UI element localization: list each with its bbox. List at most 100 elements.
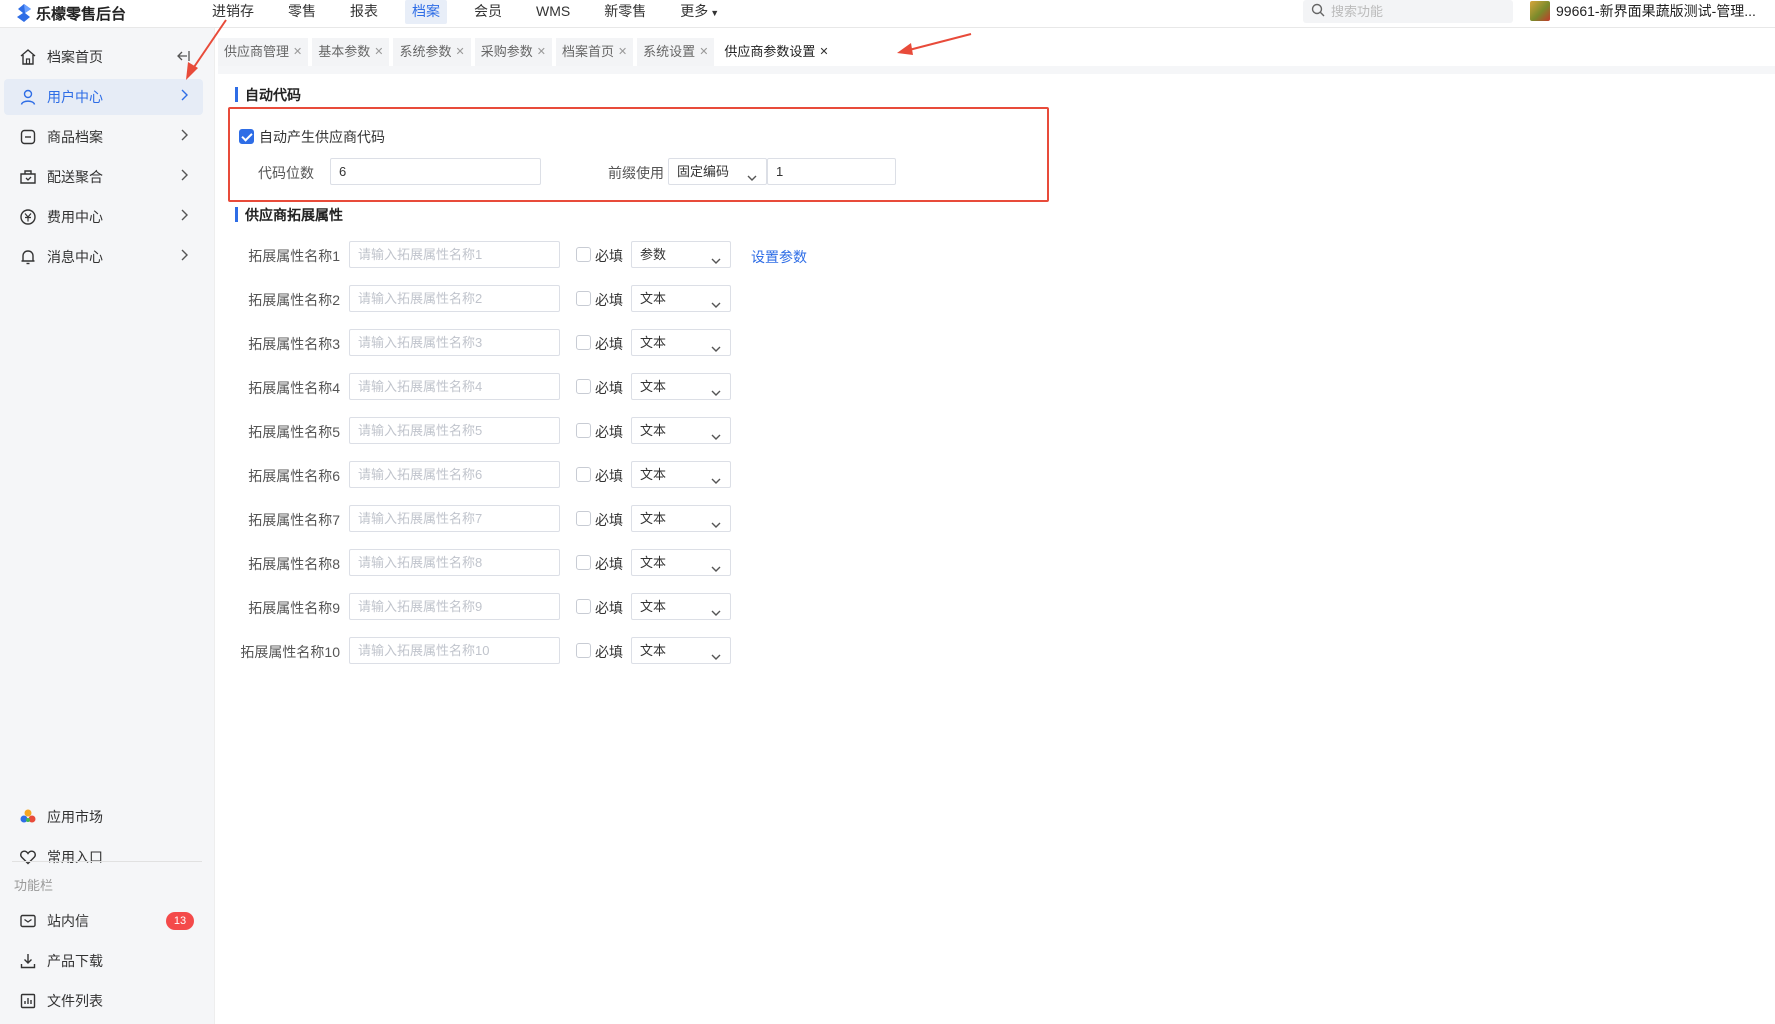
nav-item-report[interactable]: 报表 [343, 0, 385, 24]
close-icon[interactable]: ✕ [455, 38, 464, 66]
tab-archive-home[interactable]: 档案首页 ✕ [555, 38, 634, 66]
section-title-extended-attrs: 供应商拓展属性 [235, 205, 343, 225]
ext-attr-name-input[interactable] [349, 241, 560, 268]
fee-icon [18, 207, 38, 227]
sidebar-item-file-list[interactable]: 文件列表 [4, 983, 203, 1019]
ext-attr-type-select[interactable]: 文本 [631, 417, 731, 444]
sidebar-item-archive-home[interactable]: 档案首页 [4, 39, 203, 75]
sidebar-item-app-market[interactable]: 应用市场 [4, 799, 203, 835]
required-checkbox-label: 必填 [595, 556, 623, 572]
sidebar-item-user-center[interactable]: 用户中心 [4, 79, 203, 115]
ext-attr-type-select[interactable]: 文本 [631, 285, 731, 312]
sidebar-item-inbox[interactable]: 站内信 13 [4, 903, 203, 939]
mail-icon [18, 911, 38, 931]
ext-attr-name-input[interactable] [349, 593, 560, 620]
required-checkbox[interactable] [576, 643, 591, 658]
close-icon[interactable]: ✕ [618, 38, 627, 66]
required-checkbox[interactable] [576, 467, 591, 482]
ext-attr-type-value: 文本 [640, 555, 667, 570]
set-param-link[interactable]: 设置参数 [751, 247, 807, 267]
ext-attr-name-input[interactable] [349, 505, 560, 532]
ext-attr-type-value: 文本 [640, 291, 667, 306]
required-checkbox-label: 必填 [595, 424, 623, 440]
required-checkbox[interactable] [576, 247, 591, 262]
ext-attr-label: 拓展属性名称4 [248, 380, 340, 396]
sidebar-item-label: 文件列表 [47, 993, 103, 1009]
chevron-down-icon [710, 469, 722, 494]
chevron-down-icon [710, 337, 722, 362]
tab-purchase-params[interactable]: 采购参数 ✕ [474, 38, 552, 66]
ext-attr-type-select[interactable]: 文本 [631, 549, 731, 576]
chevron-down-icon [710, 249, 722, 274]
sidebar-item-message-center[interactable]: 消息中心 [4, 239, 203, 275]
tab-basic-params[interactable]: 基本参数 ✕ [312, 38, 390, 66]
ext-attr-name-input[interactable] [349, 285, 560, 312]
required-checkbox[interactable] [576, 335, 591, 350]
app-logo[interactable]: 乐檬零售后台 [16, 2, 126, 24]
tab-system-params[interactable]: 系统参数 ✕ [393, 38, 471, 66]
close-icon[interactable]: ✕ [537, 38, 546, 66]
search-box[interactable] [1303, 0, 1513, 23]
nav-item-retail[interactable]: 零售 [281, 0, 323, 24]
required-checkbox[interactable] [576, 511, 591, 526]
ext-attr-name-input[interactable] [349, 461, 560, 488]
ext-attr-type-select[interactable]: 文本 [631, 373, 731, 400]
ext-attr-type-value: 文本 [640, 511, 667, 526]
heart-icon [18, 847, 38, 867]
delivery-icon [18, 167, 38, 187]
tab-supplier-param-settings[interactable]: 供应商参数设置 ✕ [718, 38, 835, 66]
page-tabs: 供应商管理 ✕ 基本参数 ✕ 系统参数 ✕ 采购参数 ✕ 档案首页 ✕ 系统设置 ✕ 供应商… [218, 38, 835, 66]
required-checkbox-label: 必填 [595, 292, 623, 308]
nav-item-member[interactable]: 会员 [467, 0, 509, 24]
ext-attr-name-input[interactable] [349, 373, 560, 400]
ext-attr-type-value: 文本 [640, 423, 667, 438]
nav-item-more[interactable]: 更多 ▼ [673, 0, 726, 24]
ext-attr-type-select[interactable]: 文本 [631, 593, 731, 620]
sidebar-item-delivery[interactable]: 配送聚合 [4, 159, 203, 195]
required-checkbox-label: 必填 [595, 248, 623, 264]
search-input[interactable] [1331, 4, 1501, 19]
close-icon[interactable]: ✕ [699, 38, 708, 66]
ext-attr-type-select[interactable]: 文本 [631, 505, 731, 532]
required-checkbox[interactable] [576, 379, 591, 394]
close-icon[interactable]: ✕ [374, 38, 383, 66]
ext-attr-name-input[interactable] [349, 549, 560, 576]
required-checkbox[interactable] [576, 555, 591, 570]
chevron-right-icon [179, 248, 189, 265]
nav-item-archive[interactable]: 档案 [405, 0, 447, 24]
required-checkbox[interactable] [576, 423, 591, 438]
ext-attr-type-select[interactable]: 文本 [631, 461, 731, 488]
required-checkbox[interactable] [576, 599, 591, 614]
goods-icon [18, 127, 38, 147]
avatar [1530, 1, 1550, 21]
sidebar-item-fee-center[interactable]: 费用中心 [4, 199, 203, 235]
nav-item-wms[interactable]: WMS [529, 0, 577, 24]
ext-attr-label: 拓展属性名称2 [248, 292, 340, 308]
tab-supplier-management[interactable]: 供应商管理 ✕ [218, 38, 309, 66]
ext-attr-name-input[interactable] [349, 417, 560, 444]
required-checkbox-label: 必填 [595, 644, 623, 660]
ext-attr-type-select[interactable]: 文本 [631, 329, 731, 356]
chevron-right-icon [179, 128, 189, 145]
annotation-arrow-tab [897, 33, 972, 55]
chevron-right-icon [179, 168, 189, 185]
sidebar-item-goods-archive[interactable]: 商品档案 [4, 119, 203, 155]
collapse-icon[interactable] [175, 48, 191, 67]
nav-item-inventory[interactable]: 进销存 [205, 0, 261, 24]
ext-attr-name-input[interactable] [349, 637, 560, 664]
sidebar-item-product-download[interactable]: 产品下载 [4, 943, 203, 979]
ext-attr-type-value: 文本 [640, 379, 667, 394]
close-icon[interactable]: ✕ [293, 38, 302, 66]
ext-attr-name-input[interactable] [349, 329, 560, 356]
sidebar-item-favorites[interactable]: 常用入口 [4, 839, 203, 875]
close-icon[interactable]: ✕ [819, 38, 828, 66]
sidebar-item-label: 产品下载 [47, 953, 103, 969]
ext-attr-type-select[interactable]: 文本 [631, 637, 731, 664]
unread-count-badge: 13 [166, 912, 194, 930]
tab-system-settings[interactable]: 系统设置 ✕ [637, 38, 715, 66]
chevron-down-icon [710, 293, 722, 318]
ext-attr-type-select[interactable]: 参数 [631, 241, 731, 268]
user-menu[interactable]: 99661-新界面果蔬版测试-管理... [1530, 0, 1756, 22]
required-checkbox[interactable] [576, 291, 591, 306]
nav-item-new-retail[interactable]: 新零售 [597, 0, 653, 24]
